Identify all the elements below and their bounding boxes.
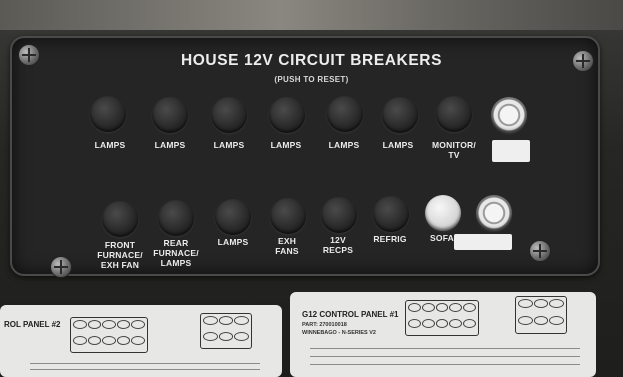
connector-diagram-right [405, 300, 479, 336]
handwritten-tag-top [492, 140, 530, 162]
card-right-model: WINNEBAGO - N-SERIES V2 [302, 330, 376, 336]
connector-diagram-left-2 [200, 313, 252, 349]
card-left-rule-2 [30, 369, 260, 370]
label-sofa: SOFA [430, 233, 454, 243]
connector-diagram-right-2 [515, 296, 567, 334]
breaker-front-furnace[interactable] [102, 201, 138, 237]
breaker-sofa[interactable] [425, 195, 461, 231]
breaker-lamps-2[interactable] [152, 97, 188, 133]
breaker-12v-recps[interactable] [321, 197, 357, 233]
breaker-exh-fans[interactable] [270, 198, 306, 234]
breaker-lamps-7[interactable] [215, 199, 251, 235]
breaker-lamps-6[interactable] [382, 97, 418, 133]
breaker-lamps-4[interactable] [269, 97, 305, 133]
card-left-rule [30, 363, 260, 364]
breaker-rear-furnace[interactable] [158, 200, 194, 236]
connector-diagram-left [70, 317, 148, 353]
label-monitor-tv: MONITOR/ TV [432, 140, 476, 160]
breaker-reset-top[interactable] [491, 97, 527, 133]
card-right-title: G12 CONTROL PANEL #1 [302, 310, 399, 319]
screw-bottom-right-icon [529, 240, 551, 262]
wall-edge [0, 0, 623, 30]
panel-subtitle: (PUSH TO RESET) [274, 75, 349, 84]
control-panel-card-left: ROL PANEL #2 [0, 305, 282, 377]
control-panel-card-right: G12 CONTROL PANEL #1 PART: 270010018 WIN… [290, 292, 596, 377]
card-left-title: ROL PANEL #2 [4, 320, 61, 329]
card-right-rule-3 [310, 364, 580, 365]
breaker-refrig[interactable] [373, 196, 409, 232]
breaker-reset-bottom[interactable] [476, 195, 512, 231]
breaker-monitor-tv[interactable] [436, 96, 472, 132]
breaker-lamps-3[interactable] [211, 97, 247, 133]
panel-title: HOUSE 12V CIRCUIT BREAKERS [180, 52, 443, 69]
breaker-lamps-1[interactable] [90, 96, 126, 132]
screw-bottom-left-icon [50, 256, 72, 278]
card-right-rule [310, 348, 580, 349]
card-right-rule-2 [310, 356, 580, 357]
breaker-lamps-5[interactable] [327, 96, 363, 132]
card-right-part: PART: 270010018 [302, 322, 347, 328]
